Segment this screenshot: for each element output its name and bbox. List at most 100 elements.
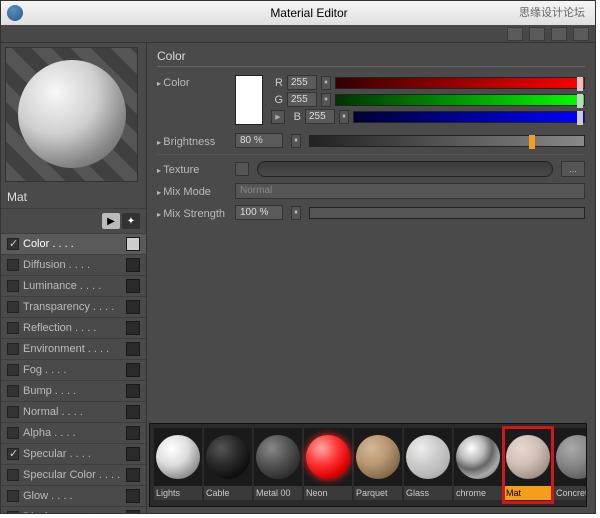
material-thumb-concret[interactable]: Concret [554,428,587,502]
brightness-label: Brightness [157,134,227,148]
section-header: Color [157,49,585,67]
channel-luminance[interactable]: Luminance . . . . [1,275,146,296]
channel-indicator[interactable] [126,300,140,314]
material-sphere-icon [356,435,400,479]
mixstrength-value[interactable]: 100 % [235,205,283,220]
material-thumb-cable[interactable]: Cable [204,428,252,502]
material-label: Glass [404,486,452,500]
play-icon[interactable]: ▶ [271,110,285,124]
channel-normal[interactable]: Normal . . . . [1,401,146,422]
material-thumb-lights[interactable]: Lights [154,428,202,502]
spinner-icon[interactable]: ♦ [339,110,349,124]
spinner-icon[interactable]: ♦ [291,134,301,148]
channel-checkbox[interactable] [7,448,19,460]
g-value[interactable]: 255 [287,92,317,107]
texture-arrow-icon[interactable] [235,162,249,176]
tool-icon[interactable] [507,27,523,41]
material-sphere-icon [156,435,200,479]
tool-icon[interactable] [573,27,589,41]
channel-indicator[interactable] [126,489,140,503]
channel-specular-color[interactable]: Specular Color . . . . [1,464,146,485]
channel-checkbox[interactable] [7,490,19,502]
color-swatch[interactable] [235,75,263,125]
channel-label: Normal . . . . [23,406,126,418]
channel-indicator[interactable] [126,447,140,461]
channel-fog[interactable]: Fog . . . . [1,359,146,380]
channel-bump[interactable]: Bump . . . . [1,380,146,401]
channel-specular[interactable]: Specular . . . . [1,443,146,464]
material-label: Parquet [354,486,402,500]
material-thumb-parquet[interactable]: Parquet [354,428,402,502]
channel-checkbox[interactable] [7,427,19,439]
channel-checkbox[interactable] [7,385,19,397]
spinner-icon[interactable]: ♦ [321,93,331,107]
texture-browse-button[interactable]: ... [561,161,585,177]
channel-alpha[interactable]: Alpha . . . . [1,422,146,443]
channel-checkbox[interactable] [7,238,19,250]
spinner-icon[interactable]: ♦ [321,76,331,90]
channel-indicator[interactable] [126,279,140,293]
channel-indicator[interactable] [126,405,140,419]
channel-displacement[interactable]: Displacement . . . . [1,506,146,513]
channel-label: Transparency . . . . [23,301,126,313]
channel-list: Color . . . . Diffusion . . . .Luminance … [1,233,146,513]
material-palette[interactable]: LightsCableMetal 00NeonParquetGlasschrom… [149,423,587,507]
channel-indicator[interactable] [126,426,140,440]
material-label: Neon [304,486,352,500]
channel-glow[interactable]: Glow . . . . [1,485,146,506]
channel-checkbox[interactable] [7,469,19,481]
channel-diffusion[interactable]: Diffusion . . . . [1,254,146,275]
material-thumb-metal 00[interactable]: Metal 00 [254,428,302,502]
channel-checkbox[interactable] [7,406,19,418]
channel-checkbox[interactable] [7,343,19,355]
channel-indicator[interactable] [126,237,140,251]
channel-environment[interactable]: Environment . . . . [1,338,146,359]
channel-checkbox[interactable] [7,259,19,271]
channel-checkbox[interactable] [7,301,19,313]
channel-indicator[interactable] [126,468,140,482]
material-thumb-chrome[interactable]: chrome [454,428,502,502]
channel-indicator[interactable] [126,258,140,272]
r-slider[interactable] [335,77,585,89]
material-thumb-glass[interactable]: Glass [404,428,452,502]
mixmode-dropdown[interactable]: Normal [235,183,585,199]
channel-indicator[interactable] [126,321,140,335]
mixstrength-slider[interactable] [309,207,585,219]
channel-indicator[interactable] [126,510,140,513]
channel-checkbox[interactable] [7,322,19,334]
channel-label: Color . . . . [23,238,126,250]
channel-indicator[interactable] [126,384,140,398]
material-thumb-mat[interactable]: Mat [504,428,552,502]
texture-field[interactable] [257,161,553,177]
brightness-value[interactable]: 80 % [235,133,283,148]
brightness-slider[interactable] [309,135,585,147]
channel-checkbox[interactable] [7,280,19,292]
channel-indicator[interactable] [126,363,140,377]
material-label: Metal 00 [254,486,302,500]
b-slider[interactable] [353,111,585,123]
spinner-icon[interactable]: ♦ [291,206,301,220]
channel-indicator[interactable] [126,342,140,356]
tool-icon[interactable] [529,27,545,41]
eyedropper-icon[interactable]: ✦ [122,213,140,229]
channel-label: Bump . . . . [23,385,126,397]
tool-icon[interactable] [551,27,567,41]
channel-color[interactable]: Color . . . . [1,233,146,254]
channel-checkbox[interactable] [7,364,19,376]
material-preview[interactable] [5,47,138,182]
channel-label: Reflection . . . . [23,322,126,334]
arrow-right-icon[interactable]: ▶ [102,213,120,229]
sidebar: Mat ▶ ✦ Color . . . . Diffusion . . . .Lu… [1,43,146,513]
g-slider[interactable] [335,94,585,106]
material-thumb-neon[interactable]: Neon [304,428,352,502]
titlebar[interactable]: Material Editor 思缘设计论坛 [1,1,595,25]
material-sphere-icon [556,435,587,479]
material-name[interactable]: Mat [7,190,140,204]
material-editor-window: Material Editor 思缘设计论坛 Mat ▶ ✦ [0,0,596,514]
channel-checkbox[interactable] [7,511,19,513]
app-icon [7,5,23,21]
b-value[interactable]: 255 [305,109,335,124]
channel-reflection[interactable]: Reflection . . . . [1,317,146,338]
channel-transparency[interactable]: Transparency . . . . [1,296,146,317]
r-value[interactable]: 255 [287,75,317,90]
